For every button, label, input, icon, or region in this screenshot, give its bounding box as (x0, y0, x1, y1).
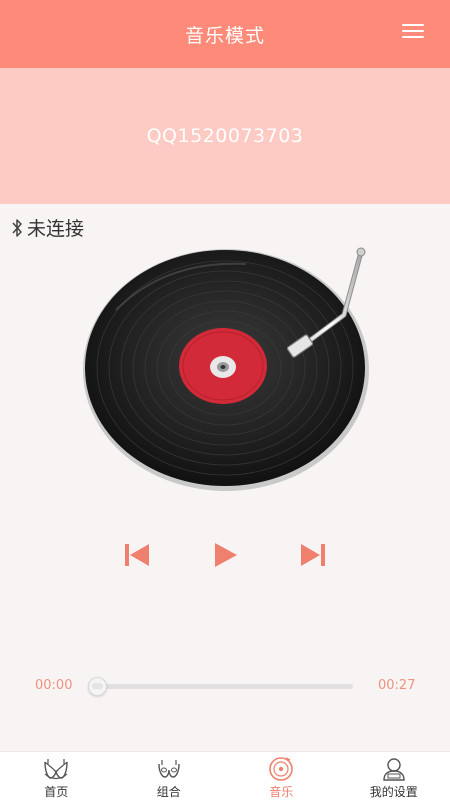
device-banner: QQ1520073703 (0, 68, 450, 204)
profile-icon (383, 758, 405, 781)
next-track-icon (301, 544, 325, 566)
previous-track-icon (125, 544, 149, 566)
bluetooth-status-text: 未连接 (27, 218, 85, 240)
music-disc-icon (269, 757, 294, 781)
elapsed-time: 00:00 (35, 678, 73, 693)
vinyl-turntable (83, 247, 369, 491)
tab-home[interactable]: 首页 (0, 752, 113, 800)
tab-combo[interactable]: 组合 (113, 752, 226, 800)
page-title: 音乐模式 (184, 24, 265, 47)
tab-settings-label: 我的设置 (369, 785, 418, 799)
bra-outline-icon (158, 760, 180, 778)
previous-track-button[interactable] (117, 535, 157, 575)
tab-music[interactable]: 音乐 (225, 752, 338, 800)
tab-settings[interactable]: 我的设置 (338, 752, 450, 800)
device-id-text: QQ1520073703 (146, 125, 304, 147)
progress-row: 00:00 00:27 (0, 674, 450, 698)
play-icon (215, 543, 237, 567)
bottom-tab-bar: 首页 组合 音乐 我的设置 (0, 751, 450, 800)
play-button[interactable] (205, 535, 245, 575)
hamburger-menu-icon[interactable] (402, 24, 424, 42)
progress-slider-thumb[interactable] (88, 677, 107, 696)
tab-music-label: 音乐 (269, 785, 294, 799)
bra-icon (44, 759, 68, 780)
duration-time: 00:27 (378, 678, 416, 693)
bluetooth-status[interactable]: 未连接 (10, 214, 84, 241)
progress-slider-track[interactable] (98, 684, 353, 689)
header-bar: 音乐模式 (0, 0, 450, 68)
tab-home-label: 首页 (44, 785, 69, 799)
playback-controls (0, 535, 450, 575)
tab-combo-label: 组合 (156, 785, 181, 799)
bluetooth-icon (12, 218, 22, 237)
next-track-button[interactable] (293, 535, 333, 575)
